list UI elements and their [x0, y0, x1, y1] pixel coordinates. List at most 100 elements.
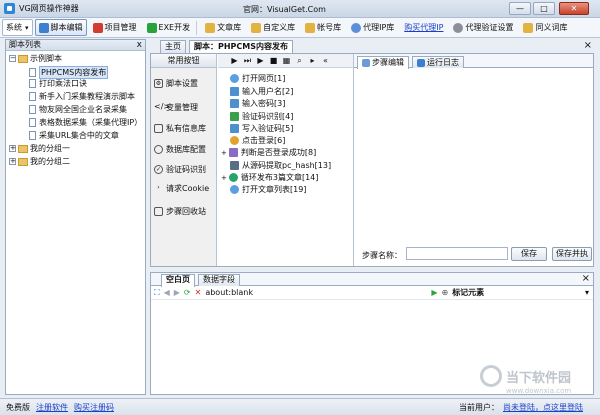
tree-item-label: 表格数据采集（采集代理IP）	[39, 118, 143, 127]
address-bar[interactable]: about:blank	[205, 288, 427, 297]
database-config-button[interactable]: 数据库配置	[154, 144, 206, 155]
refresh-icon[interactable]: ⟳	[184, 288, 191, 297]
tree-item-label: 新手入门采集教程演示脚本	[39, 92, 135, 101]
step-item[interactable]: 输入用户名[2]	[230, 86, 293, 97]
log-icon	[417, 58, 425, 67]
tree-item[interactable]: 物友网全国企业名录采集	[29, 104, 127, 115]
browser-close-icon[interactable]: ×	[582, 273, 590, 284]
watermark-url: www.downxia.com	[506, 387, 572, 395]
step-item[interactable]: 从源码提取pc_hash[13]	[230, 160, 331, 171]
expand-icon[interactable]: +	[9, 145, 16, 152]
run-from-icon[interactable]: ⏭	[243, 56, 252, 65]
file-icon	[29, 68, 36, 77]
command-label: 私有信息库	[166, 124, 206, 133]
step-run-icon[interactable]: ▶	[256, 56, 265, 65]
expand-icon[interactable]: +	[9, 158, 16, 165]
tree-item[interactable]: 打印乘法口诀	[29, 78, 87, 89]
tab-data-fields[interactable]: 数据字段	[198, 274, 240, 286]
mark-element-button[interactable]: 标记元素	[452, 287, 484, 298]
expand-icon[interactable]: +	[221, 174, 227, 182]
site-label: 官网：VisualGet.Com	[243, 5, 326, 14]
run-icon[interactable]: ▶	[230, 56, 239, 65]
step-item[interactable]: 打开文章列表[19]	[230, 184, 306, 195]
step-label: 点击登录[6]	[242, 136, 286, 145]
project-manage-button[interactable]: 项目管理	[89, 19, 141, 36]
file-icon	[29, 131, 36, 140]
crop-icon[interactable]: ⛶	[154, 288, 160, 298]
trash-icon	[154, 207, 163, 216]
text-lib-label: 文章库	[217, 23, 242, 32]
tab-step-edit[interactable]: 步骤编辑	[357, 56, 409, 69]
stop-icon[interactable]: ✕	[195, 288, 202, 297]
tree-item[interactable]: 表格数据采集（采集代理IP）	[29, 117, 142, 128]
step-item[interactable]: 点击登录[6]	[230, 135, 285, 146]
tab-run-log[interactable]: 运行日志	[412, 56, 464, 68]
close-button[interactable]: ✕	[559, 2, 589, 15]
command-label: 验证码识别	[166, 165, 206, 174]
step-item[interactable]: 写入验证码[5]	[230, 123, 293, 134]
forward-icon[interactable]: ▶	[174, 288, 180, 297]
login-link[interactable]: 尚未登陆，点这里登陆	[503, 402, 583, 413]
step-item[interactable]: 打开网页[1]	[230, 73, 285, 84]
project-manage-label: 项目管理	[104, 23, 137, 32]
text-lib-button[interactable]: 文章库	[201, 19, 245, 36]
search-icon[interactable]: ⌕	[295, 56, 304, 65]
register-link[interactable]: 注册软件	[36, 402, 68, 413]
watermark-text: 当下软件园	[506, 370, 572, 386]
step-item[interactable]: 验证码识别[4]	[230, 111, 293, 122]
stop-icon[interactable]: ■	[269, 56, 278, 65]
grid-icon[interactable]: ▦	[282, 56, 291, 65]
database-icon	[154, 145, 163, 154]
synonym-lib-button[interactable]: 同义词库	[519, 19, 571, 36]
step-item[interactable]: 输入密码[3]	[230, 98, 285, 109]
chevron-down-icon: ▾	[25, 23, 29, 32]
tab-home[interactable]: 主页	[160, 40, 186, 53]
step-name-input[interactable]	[406, 247, 508, 260]
command-label: 请求Cookie	[166, 184, 210, 193]
tree-item-label: 打印乘法口诀	[39, 79, 87, 88]
tree-item[interactable]: 新手入门采集教程演示脚本	[29, 91, 135, 102]
proxy-ip-label: 代理IP库	[363, 23, 395, 32]
maximize-button[interactable]: □	[533, 2, 555, 15]
tree-group[interactable]: + 我的分组二	[9, 156, 70, 167]
close-icon[interactable]: x	[137, 40, 142, 50]
tab-blank-page[interactable]: 空白页	[161, 274, 195, 287]
proxy-ip-button[interactable]: 代理IP库	[347, 19, 398, 36]
save-and-run-button[interactable]: 保存并执	[552, 247, 592, 261]
collapse-icon[interactable]: −	[9, 55, 16, 62]
buy-proxy-link[interactable]: 购买代理IP	[400, 19, 447, 36]
script-settings-button[interactable]: ⚙ 脚本设置	[154, 78, 198, 89]
chevron-down-icon[interactable]: ▾	[585, 288, 589, 297]
step-recycle-button[interactable]: 步骤回收站	[154, 206, 206, 217]
buy-code-link[interactable]: 购买注册码	[74, 402, 114, 413]
tree-root[interactable]: − 示例脚本	[9, 53, 62, 64]
captcha-button[interactable]: ✓ 验证码识别	[154, 164, 206, 175]
exe-dev-button[interactable]: EXE开发	[143, 19, 195, 36]
tab-close-icon[interactable]: ×	[584, 40, 592, 51]
account-lib-button[interactable]: 帐号库	[301, 19, 345, 36]
request-cookie-button[interactable]: › 请求Cookie	[154, 183, 209, 194]
file-icon	[29, 92, 36, 101]
step-item[interactable]: + 循环发布3篇文章[14]	[221, 172, 318, 183]
script-edit-button[interactable]: 脚本编辑	[34, 19, 87, 36]
private-info-button[interactable]: 私有信息库	[154, 123, 206, 134]
tree-group[interactable]: + 我的分组一	[9, 143, 70, 154]
tree-group-label: 我的分组一	[30, 144, 70, 153]
folder-icon	[205, 22, 216, 33]
variable-manage-button[interactable]: </> 变量管理	[154, 102, 198, 113]
play-icon[interactable]: ▸	[308, 56, 317, 65]
expand-icon[interactable]: +	[221, 149, 227, 157]
custom-lib-button[interactable]: 自定义库	[247, 19, 299, 36]
save-button[interactable]: 保存	[511, 247, 547, 261]
globe-icon	[351, 22, 362, 33]
target-icon[interactable]: ⊕	[441, 288, 448, 297]
system-menu-button[interactable]: 系统 ▾	[2, 19, 33, 36]
tree-item[interactable]: 采集URL集合中的文章	[29, 130, 119, 141]
collapse-panel-icon[interactable]: «	[321, 56, 330, 65]
tab-script[interactable]: 脚本：PHPCMS内容发布	[189, 40, 294, 54]
back-icon[interactable]: ◀	[164, 288, 170, 297]
proxy-verify-button[interactable]: 代理验证设置	[449, 19, 517, 36]
minimize-button[interactable]: —	[509, 2, 531, 15]
go-icon[interactable]: ▶	[431, 288, 437, 297]
step-item[interactable]: + 判断是否登录成功[8]	[221, 147, 316, 158]
